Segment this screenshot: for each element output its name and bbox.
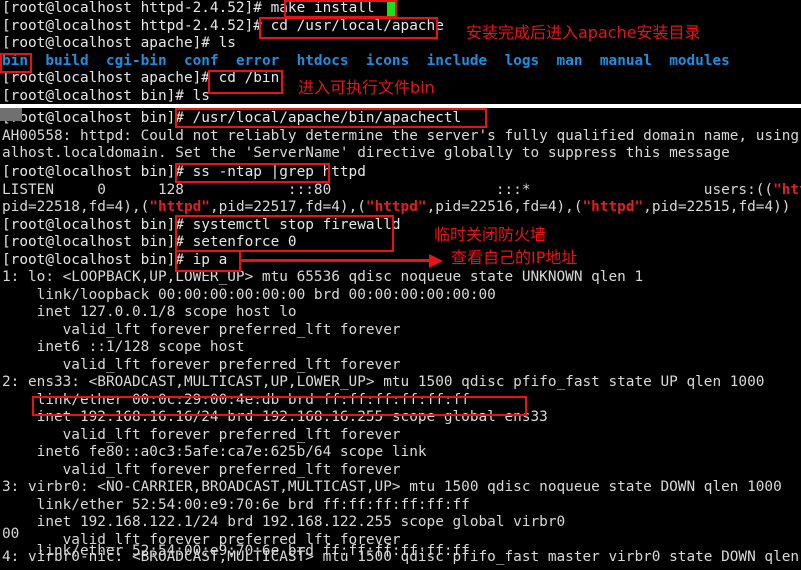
terminal-screenshot: [root@localhost httpd-2.4.52]# make inst… [0, 0, 801, 570]
terminal-line-34: link/ether 52:54:00:e9:70:6e brd ff:ff:f… [2, 543, 470, 559]
annotation-install-dir: 安装完成后进入apache安装目录 [466, 23, 701, 42]
annotation-check-ip: 查看自己的IP地址 [451, 248, 578, 267]
screenshot-seam-artifact [0, 108, 22, 121]
text-cursor [387, 2, 396, 17]
screenshot-seam-divider [0, 104, 801, 108]
annotation-arrow-line [241, 259, 432, 262]
terminal-line-33: 00 [2, 525, 20, 542]
annotation-enter-bin: 进入可执行文件bin [298, 78, 435, 97]
annotation-arrow-head [429, 254, 443, 268]
annotation-stop-firewall: 临时关闭防火墙 [434, 225, 547, 244]
